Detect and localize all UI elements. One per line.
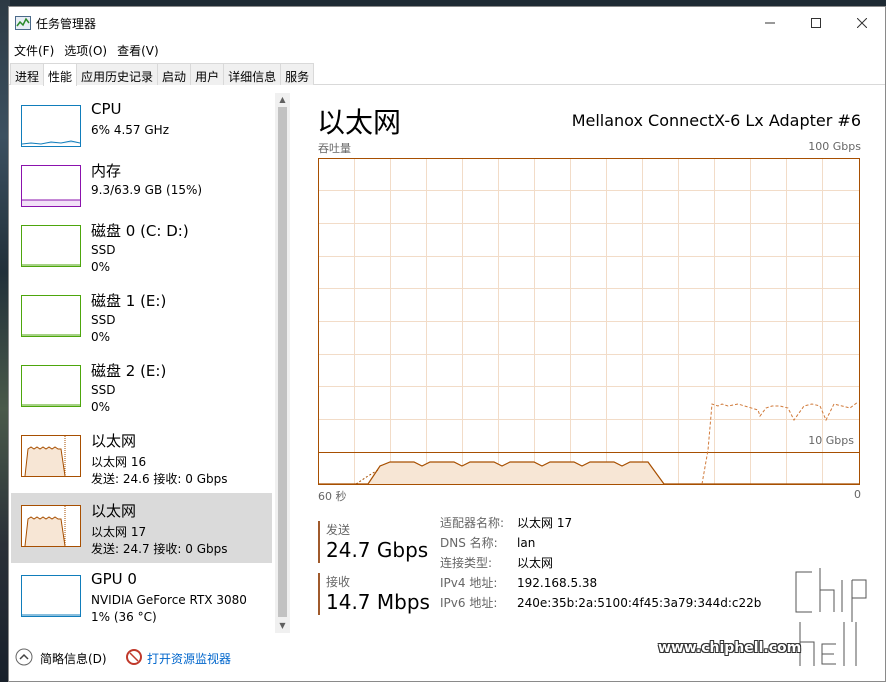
sidebar-item-detail: 6% 4.57 GHz: [91, 123, 170, 137]
minimize-button[interactable]: [747, 7, 793, 39]
sidebar-item-usage: 0%: [91, 260, 111, 274]
sidebar-item-usage: 发送: 24.6 接收: 0 Gbps: [91, 472, 228, 486]
time-axis-start: 60 秒: [318, 490, 347, 503]
throughput-graph: 10 Gbps: [318, 158, 860, 485]
info-key: 连接类型:: [440, 556, 493, 570]
adapter-info-keys: 适配器名称: DNS 名称: 连接类型: IPv4 地址: IPv6 地址:: [440, 513, 504, 613]
sidebar-item-detail: 以太网 16: [91, 455, 147, 469]
sidebar-item-detail: NVIDIA GeForce RTX 3080: [91, 593, 247, 607]
maximize-icon: [811, 18, 821, 28]
adapter-info-values: 以太网 17 lan 以太网 192.168.5.38 240e:35b:2a:…: [517, 513, 761, 613]
scroll-up-arrow-icon[interactable]: ▲: [275, 93, 290, 107]
disk-thumbnail-graph: [21, 295, 81, 337]
task-manager-icon: [15, 16, 31, 30]
sidebar-item-title: 磁盘 0 (C: D:): [91, 222, 189, 240]
disk-thumbnail-graph: [21, 225, 81, 267]
tab-bar: 进程 性能 应用历史记录 启动 用户 详细信息 服务: [9, 63, 885, 86]
scroll-down-arrow-icon[interactable]: ▼: [275, 619, 290, 633]
tab-startup[interactable]: 启动: [157, 63, 192, 85]
gpu-thumbnail-graph: [21, 575, 81, 617]
tab-processes[interactable]: 进程: [10, 63, 45, 85]
resource-sidebar: CPU 6% 4.57 GHz 内存 9.3/63.9 GB (15%) 磁盘 …: [9, 93, 291, 647]
sidebar-item-disk-0[interactable]: 磁盘 0 (C: D:) SSD 0%: [11, 213, 272, 283]
info-value: lan: [517, 536, 536, 550]
menu-file[interactable]: 文件(F): [9, 39, 59, 61]
time-axis-end: 0: [854, 488, 861, 501]
menu-bar: 文件(F) 选项(O) 查看(V): [9, 39, 885, 61]
cpu-thumbnail-graph: [21, 105, 81, 147]
info-key: IPv4 地址:: [440, 576, 498, 590]
sidebar-item-gpu-0[interactable]: GPU 0 NVIDIA GeForce RTX 3080 1% (36 °C): [11, 563, 272, 633]
sidebar-item-ethernet-16[interactable]: 以太网 以太网 16 发送: 24.6 接收: 0 Gbps: [11, 423, 272, 493]
memory-thumbnail-graph: [21, 165, 81, 207]
info-key: DNS 名称:: [440, 536, 498, 550]
sidebar-item-title: 磁盘 1 (E:): [91, 292, 167, 310]
max-scale-label: 100 Gbps: [808, 140, 861, 153]
info-value: 以太网: [517, 556, 554, 570]
tab-details[interactable]: 详细信息: [223, 63, 282, 85]
sidebar-item-title: 内存: [91, 162, 122, 180]
chevron-up-icon[interactable]: [15, 648, 33, 666]
close-button[interactable]: [839, 7, 885, 39]
open-resource-monitor-link[interactable]: 打开资源监视器: [147, 650, 231, 667]
sidebar-item-detail: SSD: [91, 383, 116, 397]
sidebar-item-usage: 1% (36 °C): [91, 610, 157, 624]
tab-services[interactable]: 服务: [280, 63, 315, 85]
minimize-icon: [765, 22, 775, 24]
sidebar-item-title: 以太网: [91, 502, 137, 520]
info-value: 240e:35b:2a:5100:4f45:3a79:344d:c22b: [517, 596, 762, 610]
title-bar[interactable]: 任务管理器: [9, 7, 885, 39]
receive-stat: 接收 14.7 Mbps: [318, 573, 430, 615]
menu-view[interactable]: 查看(V): [112, 39, 164, 61]
page-title: 以太网: [317, 106, 402, 139]
maximize-button[interactable]: [793, 7, 839, 39]
info-key: IPv6 地址:: [440, 596, 498, 610]
window-title: 任务管理器: [36, 17, 97, 31]
sidebar-item-detail: SSD: [91, 313, 116, 327]
watermark-url: www.chiphell.com: [658, 640, 802, 656]
sidebar-item-detail: 以太网 17: [91, 525, 147, 539]
info-key: 适配器名称:: [440, 516, 505, 530]
sidebar-item-usage: 发送: 24.7 接收: 0 Gbps: [91, 542, 228, 556]
adapter-name: Mellanox ConnectX-6 Lx Adapter #6: [571, 111, 861, 130]
info-value: 192.168.5.38: [517, 576, 598, 590]
ethernet-thumbnail-graph: [21, 505, 81, 547]
sidebar-item-title: 磁盘 2 (E:): [91, 362, 167, 380]
send-value: 24.7 Gbps: [326, 538, 429, 562]
receive-value: 14.7 Mbps: [326, 590, 430, 614]
tab-app-history[interactable]: 应用历史记录: [76, 63, 159, 85]
sidebar-item-disk-1[interactable]: 磁盘 1 (E:) SSD 0%: [11, 283, 272, 353]
sidebar-item-title: CPU: [91, 100, 122, 118]
receive-label: 接收: [326, 575, 351, 589]
sidebar-item-title: GPU 0: [91, 570, 137, 588]
sidebar-item-ethernet-17[interactable]: 以太网 以太网 17 发送: 24.7 接收: 0 Gbps: [11, 493, 272, 563]
task-manager-window: 任务管理器 文件(F) 选项(O) 查看(V) 进程 性能 应用历史记录 启动 …: [8, 6, 886, 682]
send-label: 发送: [326, 523, 351, 537]
resource-monitor-icon: [126, 649, 142, 665]
ethernet-thumbnail-graph: [21, 435, 81, 477]
send-stat: 发送 24.7 Gbps: [318, 521, 428, 563]
tab-users[interactable]: 用户: [190, 63, 225, 85]
scale-label: 10 Gbps: [808, 434, 854, 447]
sidebar-item-detail: 9.3/63.9 GB (15%): [91, 183, 203, 197]
sidebar-item-usage: 0%: [91, 400, 111, 414]
close-icon: [857, 18, 867, 28]
sidebar-item-title: 以太网: [91, 432, 137, 450]
sidebar-item-detail: SSD: [91, 243, 116, 257]
fewer-details-button[interactable]: 简略信息(D): [40, 650, 107, 667]
sidebar-scrollbar[interactable]: ▲ ▼: [275, 93, 290, 633]
disk-thumbnail-graph: [21, 365, 81, 407]
throughput-label: 吞吐量: [318, 142, 351, 155]
info-value: 以太网 17: [517, 516, 573, 530]
menu-options[interactable]: 选项(O): [59, 39, 112, 61]
scroll-thumb[interactable]: [278, 107, 287, 617]
tab-performance[interactable]: 性能: [43, 63, 78, 86]
sidebar-item-disk-2[interactable]: 磁盘 2 (E:) SSD 0%: [11, 353, 272, 423]
chiphell-logo: [793, 568, 869, 667]
sidebar-item-usage: 0%: [91, 330, 111, 344]
performance-detail-panel: 以太网 Mellanox ConnectX-6 Lx Adapter #6 吞吐…: [309, 93, 869, 633]
